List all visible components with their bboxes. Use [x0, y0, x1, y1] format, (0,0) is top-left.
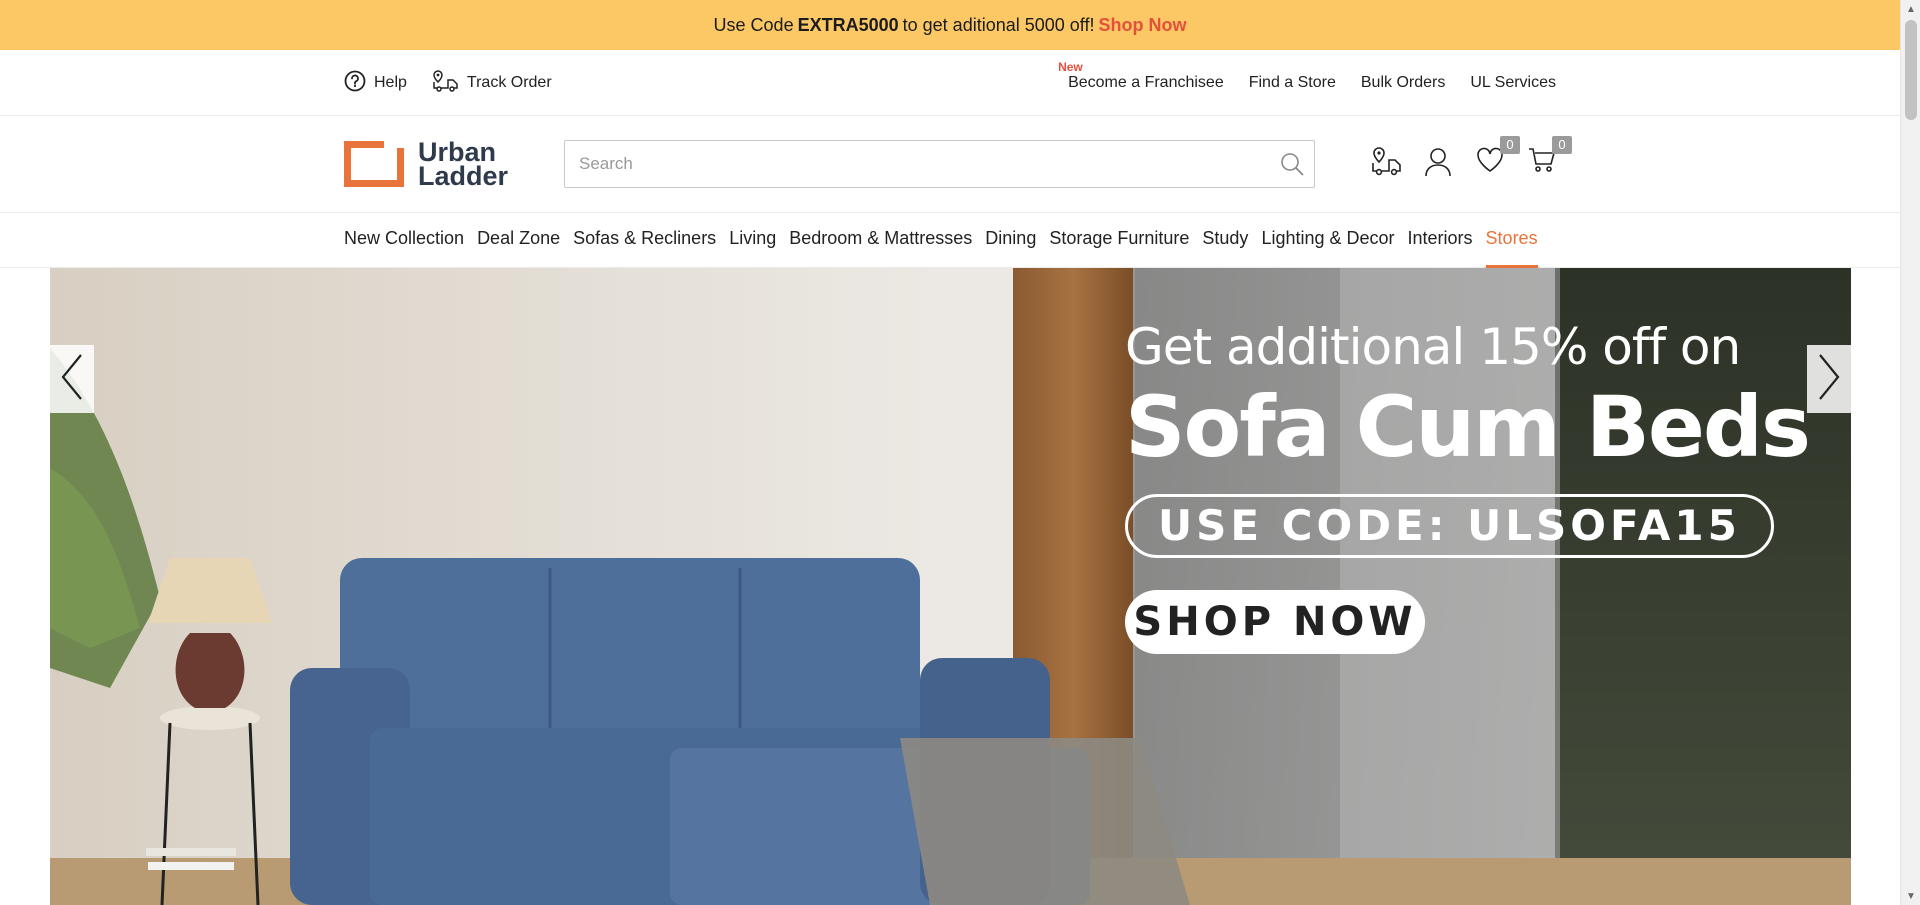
page-scrollbar[interactable]: ▲ ▼: [1900, 0, 1920, 905]
carousel-next-button[interactable]: [1807, 345, 1851, 413]
logo-text: Urban Ladder: [418, 139, 509, 191]
hero-headline-1: Get additional 15% off on: [1125, 318, 1741, 376]
promo-bar: Use Code EXTRA5000 to get aditional 5000…: [0, 0, 1900, 50]
scroll-up-icon[interactable]: ▲: [1901, 0, 1920, 18]
bulk-orders-link[interactable]: Bulk Orders: [1361, 74, 1445, 92]
scroll-down-icon[interactable]: ▼: [1901, 887, 1920, 905]
main-header: Urban Ladder 0: [0, 116, 1900, 213]
header-icons: 0 0: [1370, 136, 1572, 180]
nav-item-stores[interactable]: Stores: [1485, 213, 1538, 268]
logo-line-2: Ladder: [418, 161, 509, 191]
track-order-icon: [431, 69, 459, 98]
help-icon: [344, 70, 366, 97]
nav-item-interiors[interactable]: Interiors: [1408, 213, 1473, 268]
utility-bar: Help Track Order New Become a Franchisee…: [0, 50, 1900, 116]
hero-shop-now-button[interactable]: SHOP NOW: [1125, 590, 1425, 654]
hero-text: Get additional 15% off on Sofa Cum Beds …: [1125, 318, 1811, 654]
hero-banner[interactable]: Get additional 15% off on Sofa Cum Beds …: [50, 268, 1851, 905]
cart-button[interactable]: 0: [1526, 136, 1572, 180]
nav-item-lighting-decor[interactable]: Lighting & Decor: [1261, 213, 1394, 268]
nav-item-study[interactable]: Study: [1202, 213, 1248, 268]
track-order-link[interactable]: Track Order: [431, 69, 552, 98]
chevron-right-icon: [1816, 353, 1842, 406]
logo-mark: [344, 141, 404, 187]
page: Use Code EXTRA5000 to get aditional 5000…: [0, 0, 1920, 905]
category-list: New Collection Deal Zone Sofas & Recline…: [344, 213, 1551, 268]
account-icon[interactable]: [1422, 144, 1454, 180]
carousel-prev-button[interactable]: [50, 345, 94, 413]
promo-suffix: to get aditional 5000 off!: [902, 14, 1095, 35]
promo-shop-now-link[interactable]: Shop Now: [1098, 15, 1186, 36]
category-nav: New Collection Deal Zone Sofas & Recline…: [0, 213, 1900, 268]
find-store-link[interactable]: Find a Store: [1249, 74, 1336, 92]
nav-item-living[interactable]: Living: [729, 213, 776, 268]
help-link[interactable]: Help: [344, 70, 407, 97]
nav-item-dining[interactable]: Dining: [985, 213, 1036, 268]
search-box: [564, 140, 1315, 188]
hero-headline-2: Sofa Cum Beds: [1125, 378, 1811, 476]
nav-item-storage-furniture[interactable]: Storage Furniture: [1049, 213, 1189, 268]
chevron-left-icon: [59, 353, 85, 406]
ul-services-link[interactable]: UL Services: [1470, 74, 1556, 92]
logo[interactable]: Urban Ladder: [344, 138, 508, 190]
wishlist-button[interactable]: 0: [1474, 136, 1520, 180]
hero-code-pill: USE CODE: ULSOFA15: [1125, 494, 1774, 558]
cart-count-badge: 0: [1552, 136, 1572, 154]
utility-right: New Become a Franchisee Find a Store Bul…: [1058, 50, 1556, 116]
promo-prefix: Use Code: [713, 14, 794, 35]
search-input[interactable]: [565, 141, 1270, 187]
promo-code: EXTRA5000: [797, 14, 899, 35]
become-franchisee-label: Become a Franchisee: [1068, 74, 1224, 91]
new-badge: New: [1058, 60, 1083, 74]
utility-left: Help Track Order: [344, 50, 552, 116]
wishlist-count-badge: 0: [1500, 136, 1520, 154]
nav-item-deal-zone[interactable]: Deal Zone: [477, 213, 560, 268]
nav-item-new-collection[interactable]: New Collection: [344, 213, 464, 268]
nav-item-sofas-recliners[interactable]: Sofas & Recliners: [573, 213, 716, 268]
store-locator-icon[interactable]: [1370, 144, 1402, 180]
track-order-label: Track Order: [466, 74, 552, 91]
scrollbar-thumb[interactable]: [1905, 20, 1917, 120]
search-icon[interactable]: [1270, 142, 1314, 186]
help-label: Help: [374, 74, 407, 91]
nav-item-bedroom-mattresses[interactable]: Bedroom & Mattresses: [789, 213, 972, 268]
become-franchisee-link[interactable]: New Become a Franchisee: [1058, 60, 1224, 92]
